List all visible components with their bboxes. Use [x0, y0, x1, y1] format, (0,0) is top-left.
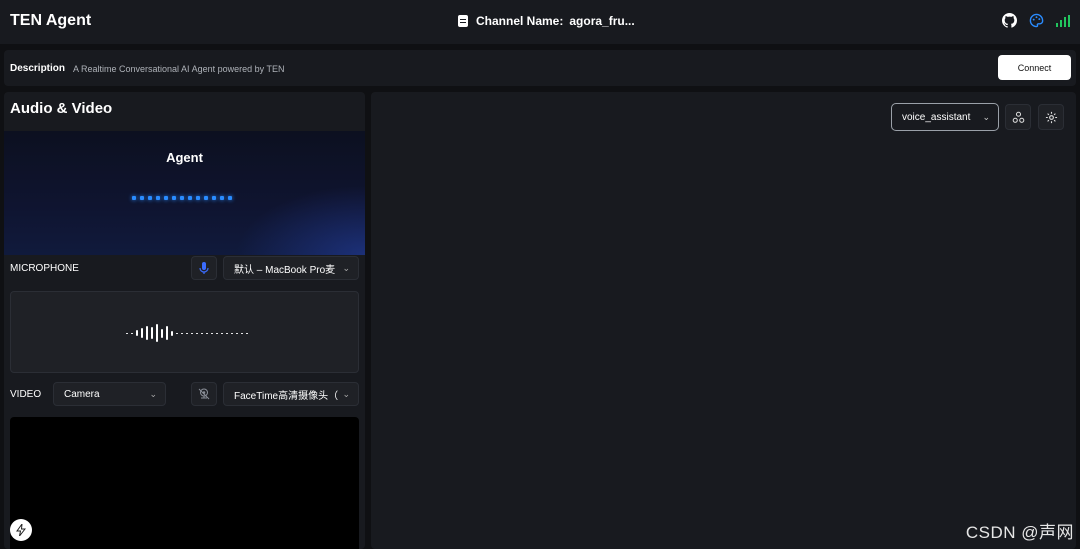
- description-title: Description: [10, 63, 66, 74]
- microphone-device-value: 默认 – MacBook Pro麦: [234, 264, 336, 276]
- palette-icon[interactable]: [1029, 13, 1044, 33]
- bolt-icon[interactable]: [10, 519, 32, 541]
- microphone-device-select[interactable]: 默认 – MacBook Pro麦 ⌄: [223, 256, 359, 280]
- graph-select-value: voice_assistant: [902, 111, 971, 123]
- video-device-value: FaceTime高清摄像头（: [234, 390, 339, 402]
- top-header: TEN Agent Channel Name: agora_fru...: [0, 0, 1080, 44]
- camera-toggle-button[interactable]: [191, 382, 217, 406]
- graph-select[interactable]: voice_assistant ⌄: [891, 103, 999, 131]
- audio-waveform: [126, 324, 248, 342]
- description-text: A Realtime Conversational AI Agent power…: [73, 64, 285, 74]
- panel-title: Audio & Video: [10, 100, 113, 117]
- video-preview: [10, 417, 359, 549]
- video-label: VIDEO: [10, 389, 42, 400]
- app-title: TEN Agent: [10, 12, 92, 29]
- chevron-down-icon: ⌄: [342, 388, 350, 399]
- audio-video-panel: Audio & Video Agent MICROPHONE 默认 – MacB…: [4, 92, 365, 549]
- description-bar: Description A Realtime Conversational AI…: [4, 50, 1076, 86]
- document-icon: [458, 15, 468, 27]
- settings-button[interactable]: [1038, 104, 1064, 130]
- chevron-down-icon: ⌄: [149, 388, 157, 399]
- camera-off-icon: [198, 388, 210, 400]
- agent-name: Agent: [166, 150, 203, 165]
- mic-icon: [199, 262, 209, 274]
- channel-info: Channel Name: agora_fru...: [458, 14, 635, 28]
- channel-label: Channel Name:: [476, 14, 564, 28]
- agent-audio-visualizer: [132, 196, 232, 200]
- watermark: CSDN @声网: [965, 523, 1074, 542]
- network-icon: [1012, 111, 1024, 123]
- signal-icon: [1056, 14, 1070, 32]
- microphone-visualizer: [10, 291, 359, 373]
- connect-button[interactable]: Connect: [998, 55, 1071, 80]
- video-source-select[interactable]: Camera ⌄: [53, 382, 166, 406]
- video-device-select[interactable]: FaceTime高清摄像头（ ⌄: [223, 382, 359, 406]
- github-icon[interactable]: [1002, 13, 1018, 33]
- header-icons: [1002, 13, 1070, 33]
- video-source-value: Camera: [64, 388, 100, 400]
- network-button[interactable]: [1005, 104, 1031, 130]
- channel-value: agora_fru...: [569, 14, 635, 28]
- chevron-down-icon: ⌄: [342, 262, 350, 273]
- microphone-label: MICROPHONE: [10, 263, 79, 274]
- agent-view: Agent: [4, 131, 365, 255]
- chevron-down-icon: ⌄: [982, 111, 990, 122]
- chat-panel: voice_assistant ⌄: [371, 92, 1076, 549]
- mic-toggle-button[interactable]: [191, 256, 217, 280]
- gear-icon: [1045, 111, 1057, 123]
